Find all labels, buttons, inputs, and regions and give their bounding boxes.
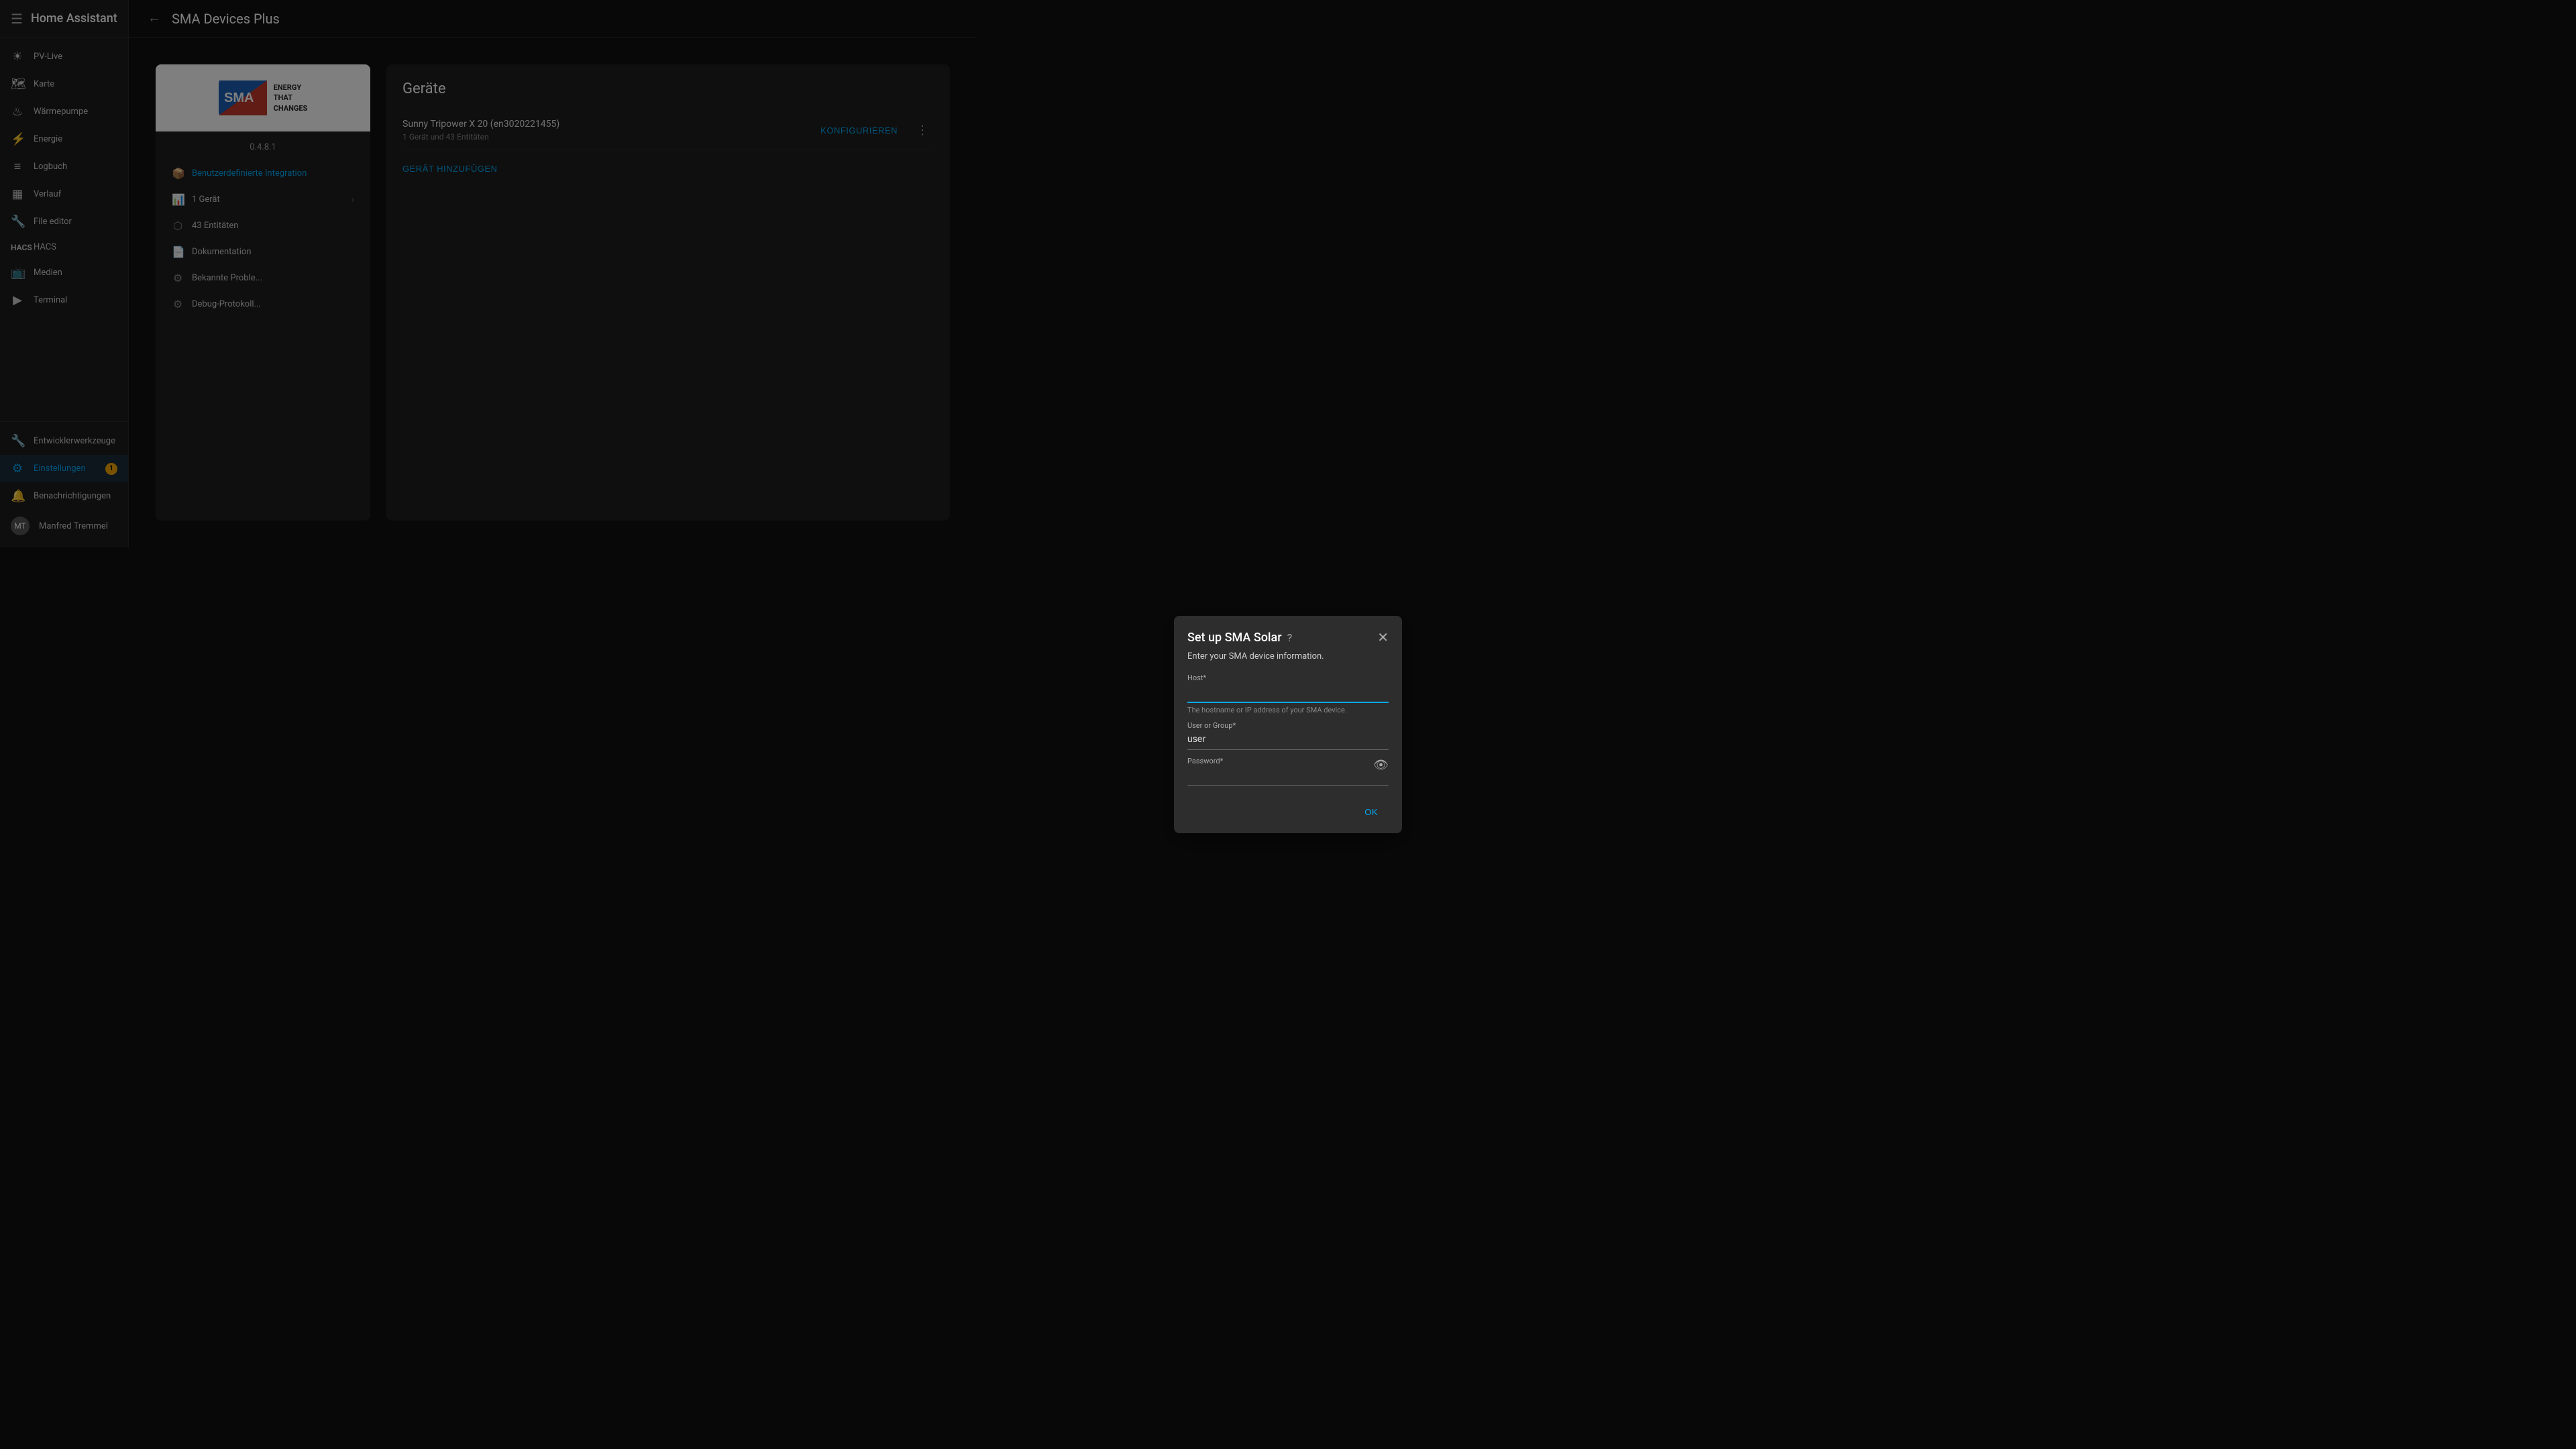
dialog-title-wrap: Set up SMA Solar ?	[1187, 631, 1292, 645]
host-label: Host*	[1187, 674, 1206, 682]
user-group-input[interactable]	[1187, 731, 1389, 747]
dialog-close-button[interactable]: ✕	[1377, 629, 1389, 646]
password-field: Password* 👁	[1187, 755, 1389, 786]
user-group-label: User or Group*	[1187, 721, 1236, 730]
password-input-wrap: Password* 👁	[1187, 755, 1389, 786]
host-field: Host* The hostname or IP address of your…	[1187, 672, 1389, 714]
user-group-input-wrap: User or Group*	[1187, 720, 1389, 750]
ok-button[interactable]: OK	[1354, 802, 1389, 822]
dialog-title: Set up SMA Solar	[1187, 631, 1282, 645]
dialog-subtitle: Enter your SMA device information.	[1174, 651, 1402, 672]
host-input-wrap: Host*	[1187, 672, 1389, 703]
dialog-footer: OK	[1174, 796, 1402, 833]
host-hint: The hostname or IP address of your SMA d…	[1187, 706, 1389, 714]
host-input[interactable]	[1187, 683, 1389, 699]
show-password-icon[interactable]: 👁	[1373, 758, 1389, 772]
dialog-header: Set up SMA Solar ? ✕	[1174, 616, 1402, 651]
setup-dialog: Set up SMA Solar ? ✕ Enter your SMA devi…	[1174, 616, 1402, 833]
dialog-body: Host* The hostname or IP address of your…	[1174, 672, 1402, 796]
password-input[interactable]	[1187, 766, 1389, 782]
user-group-field: User or Group*	[1187, 720, 1389, 750]
password-label: Password*	[1187, 757, 1223, 765]
dialog-overlay: Set up SMA Solar ? ✕ Enter your SMA devi…	[0, 0, 2576, 1449]
help-icon[interactable]: ?	[1287, 631, 1293, 644]
